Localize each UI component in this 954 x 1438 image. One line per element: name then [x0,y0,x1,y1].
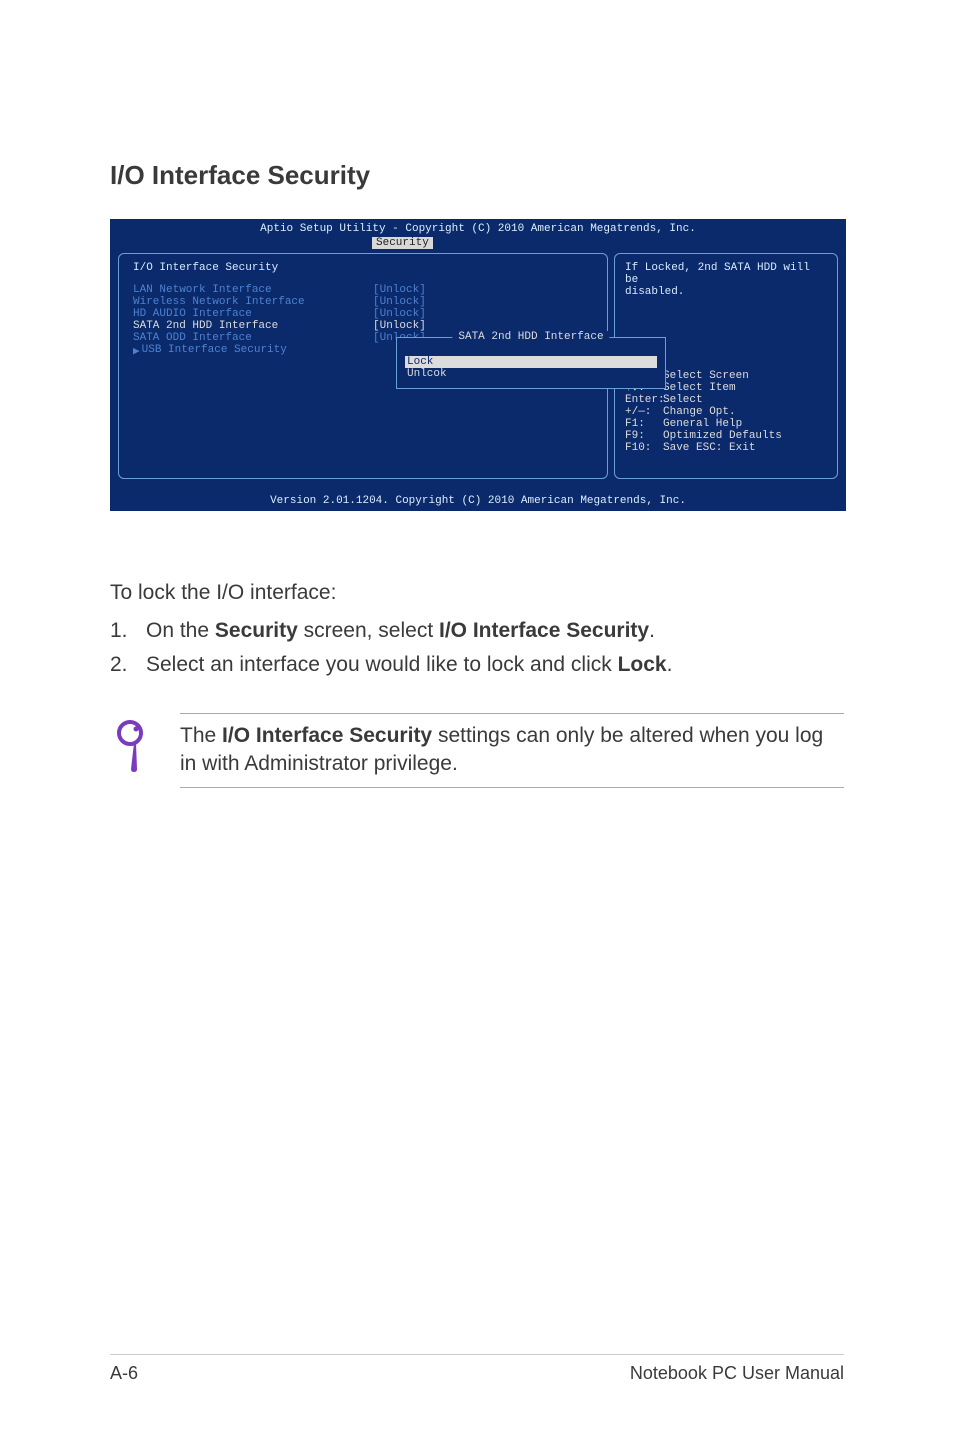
key-glyph: Enter: [625,394,663,406]
io-item-label: HD AUDIO Interface [133,308,373,320]
submenu-arrow-icon: ▶ [133,344,140,358]
page-heading: I/O Interface Security [110,160,844,191]
tab-security[interactable]: Security [372,237,433,249]
io-item-value: [Unlock] [373,320,426,332]
key-glyph: +/—: [625,406,663,418]
help-text-line2: disabled. [625,286,827,298]
list-text: On the Security screen, select I/O Inter… [146,619,655,643]
list-number: 1. [110,619,146,643]
io-item-value: [Unlock] [373,308,426,320]
key-text: Change Opt. [663,406,736,418]
list-item: 1. On the Security screen, select I/O In… [110,619,844,643]
note-callout: The I/O Interface Security settings can … [110,713,844,788]
help-text-line1: If Locked, 2nd SATA HDD will be [625,262,827,286]
key-glyph: F9: [625,430,663,442]
bios-title-bar: Aptio Setup Utility - Copyright (C) 2010… [110,219,846,235]
key-text: General Help [663,418,742,430]
bios-screenshot: Aptio Setup Utility - Copyright (C) 2010… [110,219,846,511]
popup-option-unlock[interactable]: Unlcok [405,368,657,380]
io-item-wireless[interactable]: Wireless Network Interface [Unlock] [133,296,593,308]
bios-footer: Version 2.01.1204. Copyright (C) 2010 Am… [110,495,846,507]
list-number: 2. [110,653,146,677]
intro-paragraph: To lock the I/O interface: [110,581,844,605]
key-text: Save ESC: Exit [663,442,755,454]
io-item-lan[interactable]: LAN Network Interface [Unlock] [133,284,593,296]
note-text: The I/O Interface Security settings can … [180,713,844,788]
steps-list: 1. On the Security screen, select I/O In… [110,619,844,677]
magnifier-icon [110,713,180,778]
io-item-value: [Unlock] [373,284,426,296]
page-footer: A-6 Notebook PC User Manual [110,1354,844,1384]
key-glyph: F10: [625,442,663,454]
bios-popup-dialog: SATA 2nd HDD Interface Lock Unlcok [396,337,666,389]
popup-option-lock[interactable]: Lock [405,356,657,368]
io-submenu-label: USB Interface Security [142,344,382,358]
io-item-value: [Unlock] [373,296,426,308]
io-item-label: LAN Network Interface [133,284,373,296]
list-item: 2. Select an interface you would like to… [110,653,844,677]
list-text: Select an interface you would like to lo… [146,653,672,677]
key-glyph: F1: [625,418,663,430]
io-item-label: SATA 2nd HDD Interface [133,320,373,332]
key-text: Optimized Defaults [663,430,782,442]
io-item-label: Wireless Network Interface [133,296,373,308]
key-text: Select Screen [663,370,749,382]
page-number: A-6 [110,1363,138,1384]
bios-tab-row: Security [110,237,846,249]
manual-title: Notebook PC User Manual [630,1363,844,1384]
key-text: Select Item [663,382,736,394]
io-item-hdaudio[interactable]: HD AUDIO Interface [Unlock] [133,308,593,320]
io-security-title: I/O Interface Security [133,262,593,274]
popup-title: SATA 2nd HDD Interface [452,331,609,343]
key-text: Select [663,394,703,406]
io-item-label: SATA ODD Interface [133,332,373,344]
